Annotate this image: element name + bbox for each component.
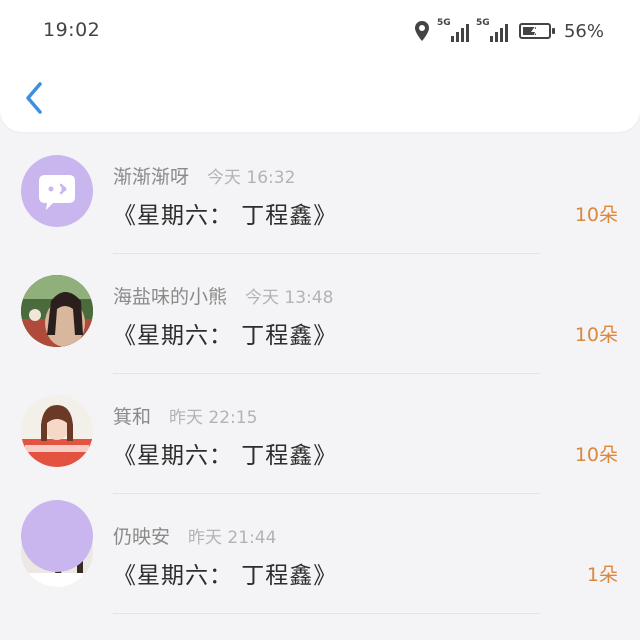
chat-bubble-icon — [39, 175, 75, 210]
status-icons: 5G 5G 56% — [414, 18, 604, 44]
flower-count: 1朵 — [586, 564, 618, 586]
sender-name: 仍映安 — [113, 526, 171, 548]
list-item[interactable]: 仍映安 昨天 21:44 《星期六： 丁程鑫》 1朵 — [0, 494, 640, 614]
network-type-label-2: 5G — [475, 18, 490, 28]
flower-count: 10朵 — [574, 204, 618, 226]
avatar[interactable] — [21, 275, 93, 347]
flower-count: 10朵 — [574, 444, 618, 466]
back-chevron-icon[interactable] — [20, 78, 50, 118]
message-meta: 海盐味的小熊 今天 13:48 — [113, 282, 334, 308]
avatar[interactable] — [21, 155, 93, 227]
charging-bolt-icon — [530, 25, 539, 37]
message-meta: 箕和 昨天 22:15 — [113, 402, 258, 428]
status-bar: 19:02 5G 5G 56% — [0, 0, 640, 62]
signal-strength-icon-1: 5G — [436, 18, 469, 42]
avatar[interactable] — [21, 500, 93, 572]
user-photo — [21, 395, 93, 467]
top-header: 19:02 5G 5G 56% — [0, 0, 640, 132]
battery-percent: 56% — [563, 20, 604, 42]
message-time: 昨天 21:44 — [188, 528, 277, 548]
message-title: 《星期六： 丁程鑫》 — [113, 323, 338, 349]
location-icon — [414, 21, 429, 41]
flower-count: 10朵 — [574, 324, 618, 346]
message-title: 《星期六： 丁程鑫》 — [113, 443, 338, 469]
list-item[interactable]: 渐渐渐呀 今天 16:32 《星期六： 丁程鑫》 10朵 — [0, 134, 640, 254]
signal-strength-icon-2: 5G — [475, 18, 508, 42]
list-item[interactable]: 海盐味的小熊 今天 13:48 《星期六： 丁程鑫》 10朵 — [0, 254, 640, 374]
network-type-label-1: 5G — [436, 18, 451, 28]
avatar[interactable] — [21, 395, 93, 467]
sender-name: 渐渐渐呀 — [113, 166, 190, 188]
message-list: 渐渐渐呀 今天 16:32 《星期六： 丁程鑫》 10朵 海盐味的小熊 今天 1… — [0, 134, 640, 614]
status-time: 19:02 — [43, 19, 101, 41]
divider — [113, 613, 540, 614]
message-title: 《星期六： 丁程鑫》 — [113, 563, 338, 589]
message-meta: 渐渐渐呀 今天 16:32 — [113, 162, 296, 188]
sender-name: 箕和 — [113, 406, 152, 428]
message-time: 今天 13:48 — [245, 288, 334, 308]
sender-name: 海盐味的小熊 — [113, 286, 228, 308]
battery-icon — [518, 23, 555, 39]
list-item[interactable]: 箕和 昨天 22:15 《星期六： 丁程鑫》 10朵 — [0, 374, 640, 494]
message-meta: 仍映安 昨天 21:44 — [113, 522, 277, 548]
message-time: 昨天 22:15 — [169, 408, 258, 428]
message-time: 今天 16:32 — [207, 168, 296, 188]
message-title: 《星期六： 丁程鑫》 — [113, 203, 338, 229]
user-photo — [21, 275, 93, 347]
